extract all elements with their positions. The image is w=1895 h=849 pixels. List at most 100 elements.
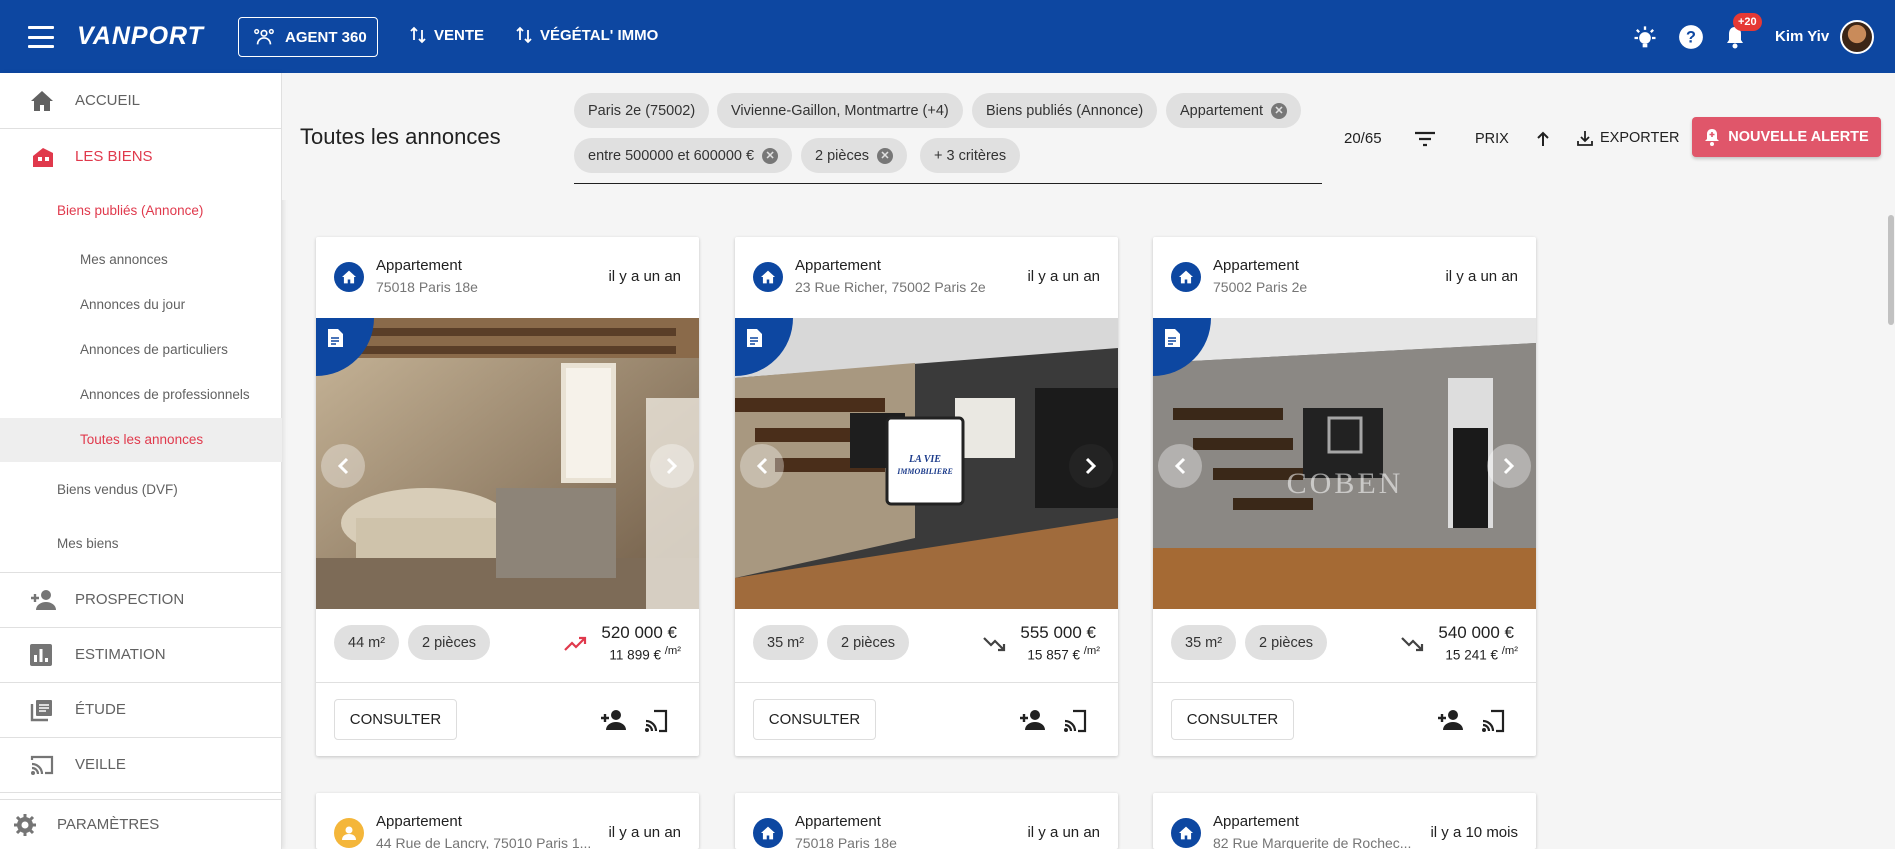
card-info: 44 m² 2 pièces 520 000 € 11 899 € /m²: [316, 609, 699, 683]
property-address: 75018 Paris 18e: [376, 279, 478, 295]
surface-chip: 35 m²: [753, 625, 819, 660]
person-add-icon[interactable]: [600, 709, 626, 731]
listing-card[interactable]: Appartement 23 Rue Richer, 75002 Paris 2…: [735, 237, 1118, 756]
nav-vente[interactable]: VENTE: [410, 26, 484, 44]
filter-chip-more[interactable]: + 3 critères: [920, 138, 1021, 173]
listing-date: il y a 10 mois: [1430, 824, 1518, 841]
user-name[interactable]: Kim Yiv: [1775, 28, 1829, 45]
next-photo-button[interactable]: [1487, 444, 1531, 488]
next-photo-button[interactable]: [1069, 444, 1113, 488]
chip-label: 2 pièces: [815, 147, 870, 164]
listing-date: il y a un an: [608, 824, 681, 841]
price-per-m2-unit: /m²: [664, 645, 681, 657]
logo-text: VANPORT: [77, 21, 204, 50]
cast-icon[interactable]: [1481, 709, 1505, 733]
logo[interactable]: VANPORT: [77, 18, 204, 54]
home-icon: [31, 90, 53, 111]
filter-chips[interactable]: Paris 2e (75002) Vivienne-Gaillon, Montm…: [574, 91, 1322, 184]
nav-vegetal-immo[interactable]: VÉGÉTAL' IMMO: [516, 26, 658, 44]
chip-label: Appartement: [1180, 102, 1264, 119]
filter-chip[interactable]: Vivienne-Gaillon, Montmartre (+4): [717, 93, 963, 128]
close-icon[interactable]: ✕: [762, 147, 779, 164]
price-per-m2-value: 15 857 €: [1027, 647, 1080, 663]
new-alert-button[interactable]: NOUVELLE ALERTE: [1692, 117, 1881, 157]
sidebar-item-veille[interactable]: VEILLE: [0, 737, 282, 792]
sidebar-item-accueil[interactable]: ACCUEIL: [0, 73, 282, 128]
person-add-icon[interactable]: [1437, 709, 1463, 731]
cast-icon[interactable]: [1063, 709, 1087, 733]
sidebar-sub-annonces-particuliers[interactable]: Annonces de particuliers: [80, 342, 228, 357]
consult-button[interactable]: CONSULTER: [1171, 699, 1294, 740]
consult-button[interactable]: CONSULTER: [753, 699, 876, 740]
home-icon: [1171, 262, 1201, 292]
sidebar-sub-annonces-du-jour[interactable]: Annonces du jour: [80, 297, 185, 312]
trending-down-icon: [983, 637, 1006, 652]
sidebar-item-etude[interactable]: ÉTUDE: [0, 682, 282, 737]
chevron-right-icon: [666, 457, 678, 475]
listing-card[interactable]: Appartement 75002 Paris 2e il y a un an …: [1153, 237, 1536, 756]
price: 555 000 €: [1020, 623, 1096, 642]
chip-label: Vivienne-Gaillon, Montmartre (+4): [731, 102, 949, 119]
filter-chip[interactable]: entre 500000 et 600000 € ✕: [574, 138, 793, 173]
sort-price-button[interactable]: PRIX: [1475, 131, 1509, 147]
listing-photo[interactable]: [316, 318, 699, 609]
sidebar-item-parametres[interactable]: PARAMÈTRES: [0, 800, 282, 849]
listing-photo[interactable]: LA VIE IMMOBILIERE: [735, 318, 1118, 609]
home-icon: [753, 818, 783, 848]
filter-chip[interactable]: Biens publiés (Annonce): [972, 93, 1158, 128]
listing-photo[interactable]: COBEN: [1153, 318, 1536, 609]
export-button[interactable]: EXPORTER: [1576, 129, 1680, 147]
scrollbar-thumb[interactable]: [1888, 215, 1894, 325]
gear-icon: [14, 813, 36, 836]
property-address: 75018 Paris 18e: [795, 835, 897, 849]
price-per-m2: 15 857 € /m²: [1027, 645, 1100, 663]
swap-vert-icon: [410, 26, 426, 44]
listing-card[interactable]: Appartement 75018 Paris 18e il y a un an: [735, 793, 1118, 849]
sidebar-sub-annonces-professionnels[interactable]: Annonces de professionnels: [80, 387, 250, 402]
sidebar-item-label: VEILLE: [75, 756, 126, 773]
agent-360-button[interactable]: AGENT 360: [238, 17, 378, 57]
avatar[interactable]: [1840, 20, 1874, 54]
sidebar-item-estimation[interactable]: ESTIMATION: [0, 627, 282, 682]
menu-icon[interactable]: [28, 26, 54, 48]
sidebar-sub-toutes-annonces[interactable]: Toutes les annonces: [80, 432, 203, 447]
listing-date: il y a un an: [1027, 268, 1100, 285]
property-address: 75002 Paris 2e: [1213, 279, 1308, 295]
sidebar-item-les-biens[interactable]: LES BIENS: [0, 129, 282, 184]
person-add-icon: [31, 589, 56, 610]
sidebar-sub-mes-annonces[interactable]: Mes annonces: [80, 252, 168, 267]
prev-photo-button[interactable]: [1158, 444, 1202, 488]
property-address: 23 Rue Richer, 75002 Paris 2e: [795, 279, 986, 295]
close-icon[interactable]: ✕: [1271, 102, 1288, 119]
library-icon: [30, 699, 52, 721]
consult-button[interactable]: CONSULTER: [334, 699, 457, 740]
filter-chip[interactable]: Appartement ✕: [1166, 93, 1302, 128]
listing-card[interactable]: Appartement 75018 Paris 18e il y a un an…: [316, 237, 699, 756]
sidebar-sub-biens-publies[interactable]: Biens publiés (Annonce): [57, 203, 203, 218]
listing-card[interactable]: Appartement 82 Rue Marguerite de Rochec.…: [1153, 793, 1536, 849]
price: 520 000 €: [601, 623, 677, 642]
property-type: Appartement: [376, 813, 462, 830]
prev-photo-button[interactable]: [321, 444, 365, 488]
help-icon[interactable]: ?: [1678, 24, 1704, 50]
arrow-up-icon[interactable]: [1536, 131, 1550, 147]
filter-list-icon[interactable]: [1414, 131, 1436, 147]
listing-card[interactable]: Appartement 44 Rue de Lancry, 75010 Pari…: [316, 793, 699, 849]
sidebar-sub-mes-biens[interactable]: Mes biens: [57, 536, 119, 551]
sidebar: ACCUEIL LES BIENS Biens publiés (Annonce…: [0, 73, 282, 849]
sidebar-item-prospection[interactable]: PROSPECTION: [0, 572, 282, 627]
next-photo-button[interactable]: [650, 444, 694, 488]
lightbulb-icon[interactable]: [1631, 24, 1659, 52]
prev-photo-button[interactable]: [740, 444, 784, 488]
card-info: 35 m² 2 pièces 555 000 € 15 857 € /m²: [735, 609, 1118, 683]
sidebar-item-label: PROSPECTION: [75, 591, 185, 608]
filter-chip[interactable]: 2 pièces ✕: [801, 138, 908, 173]
filter-chip[interactable]: Paris 2e (75002): [574, 93, 710, 128]
sidebar-sub-biens-vendus[interactable]: Biens vendus (DVF): [57, 482, 178, 497]
person-add-icon[interactable]: [1019, 709, 1045, 731]
close-icon[interactable]: ✕: [877, 147, 894, 164]
cast-icon[interactable]: [644, 709, 668, 733]
results-count: 20/65: [1344, 130, 1382, 147]
svg-text:IMMOBILIERE: IMMOBILIERE: [896, 467, 953, 476]
card-actions: CONSULTER: [1153, 683, 1536, 756]
